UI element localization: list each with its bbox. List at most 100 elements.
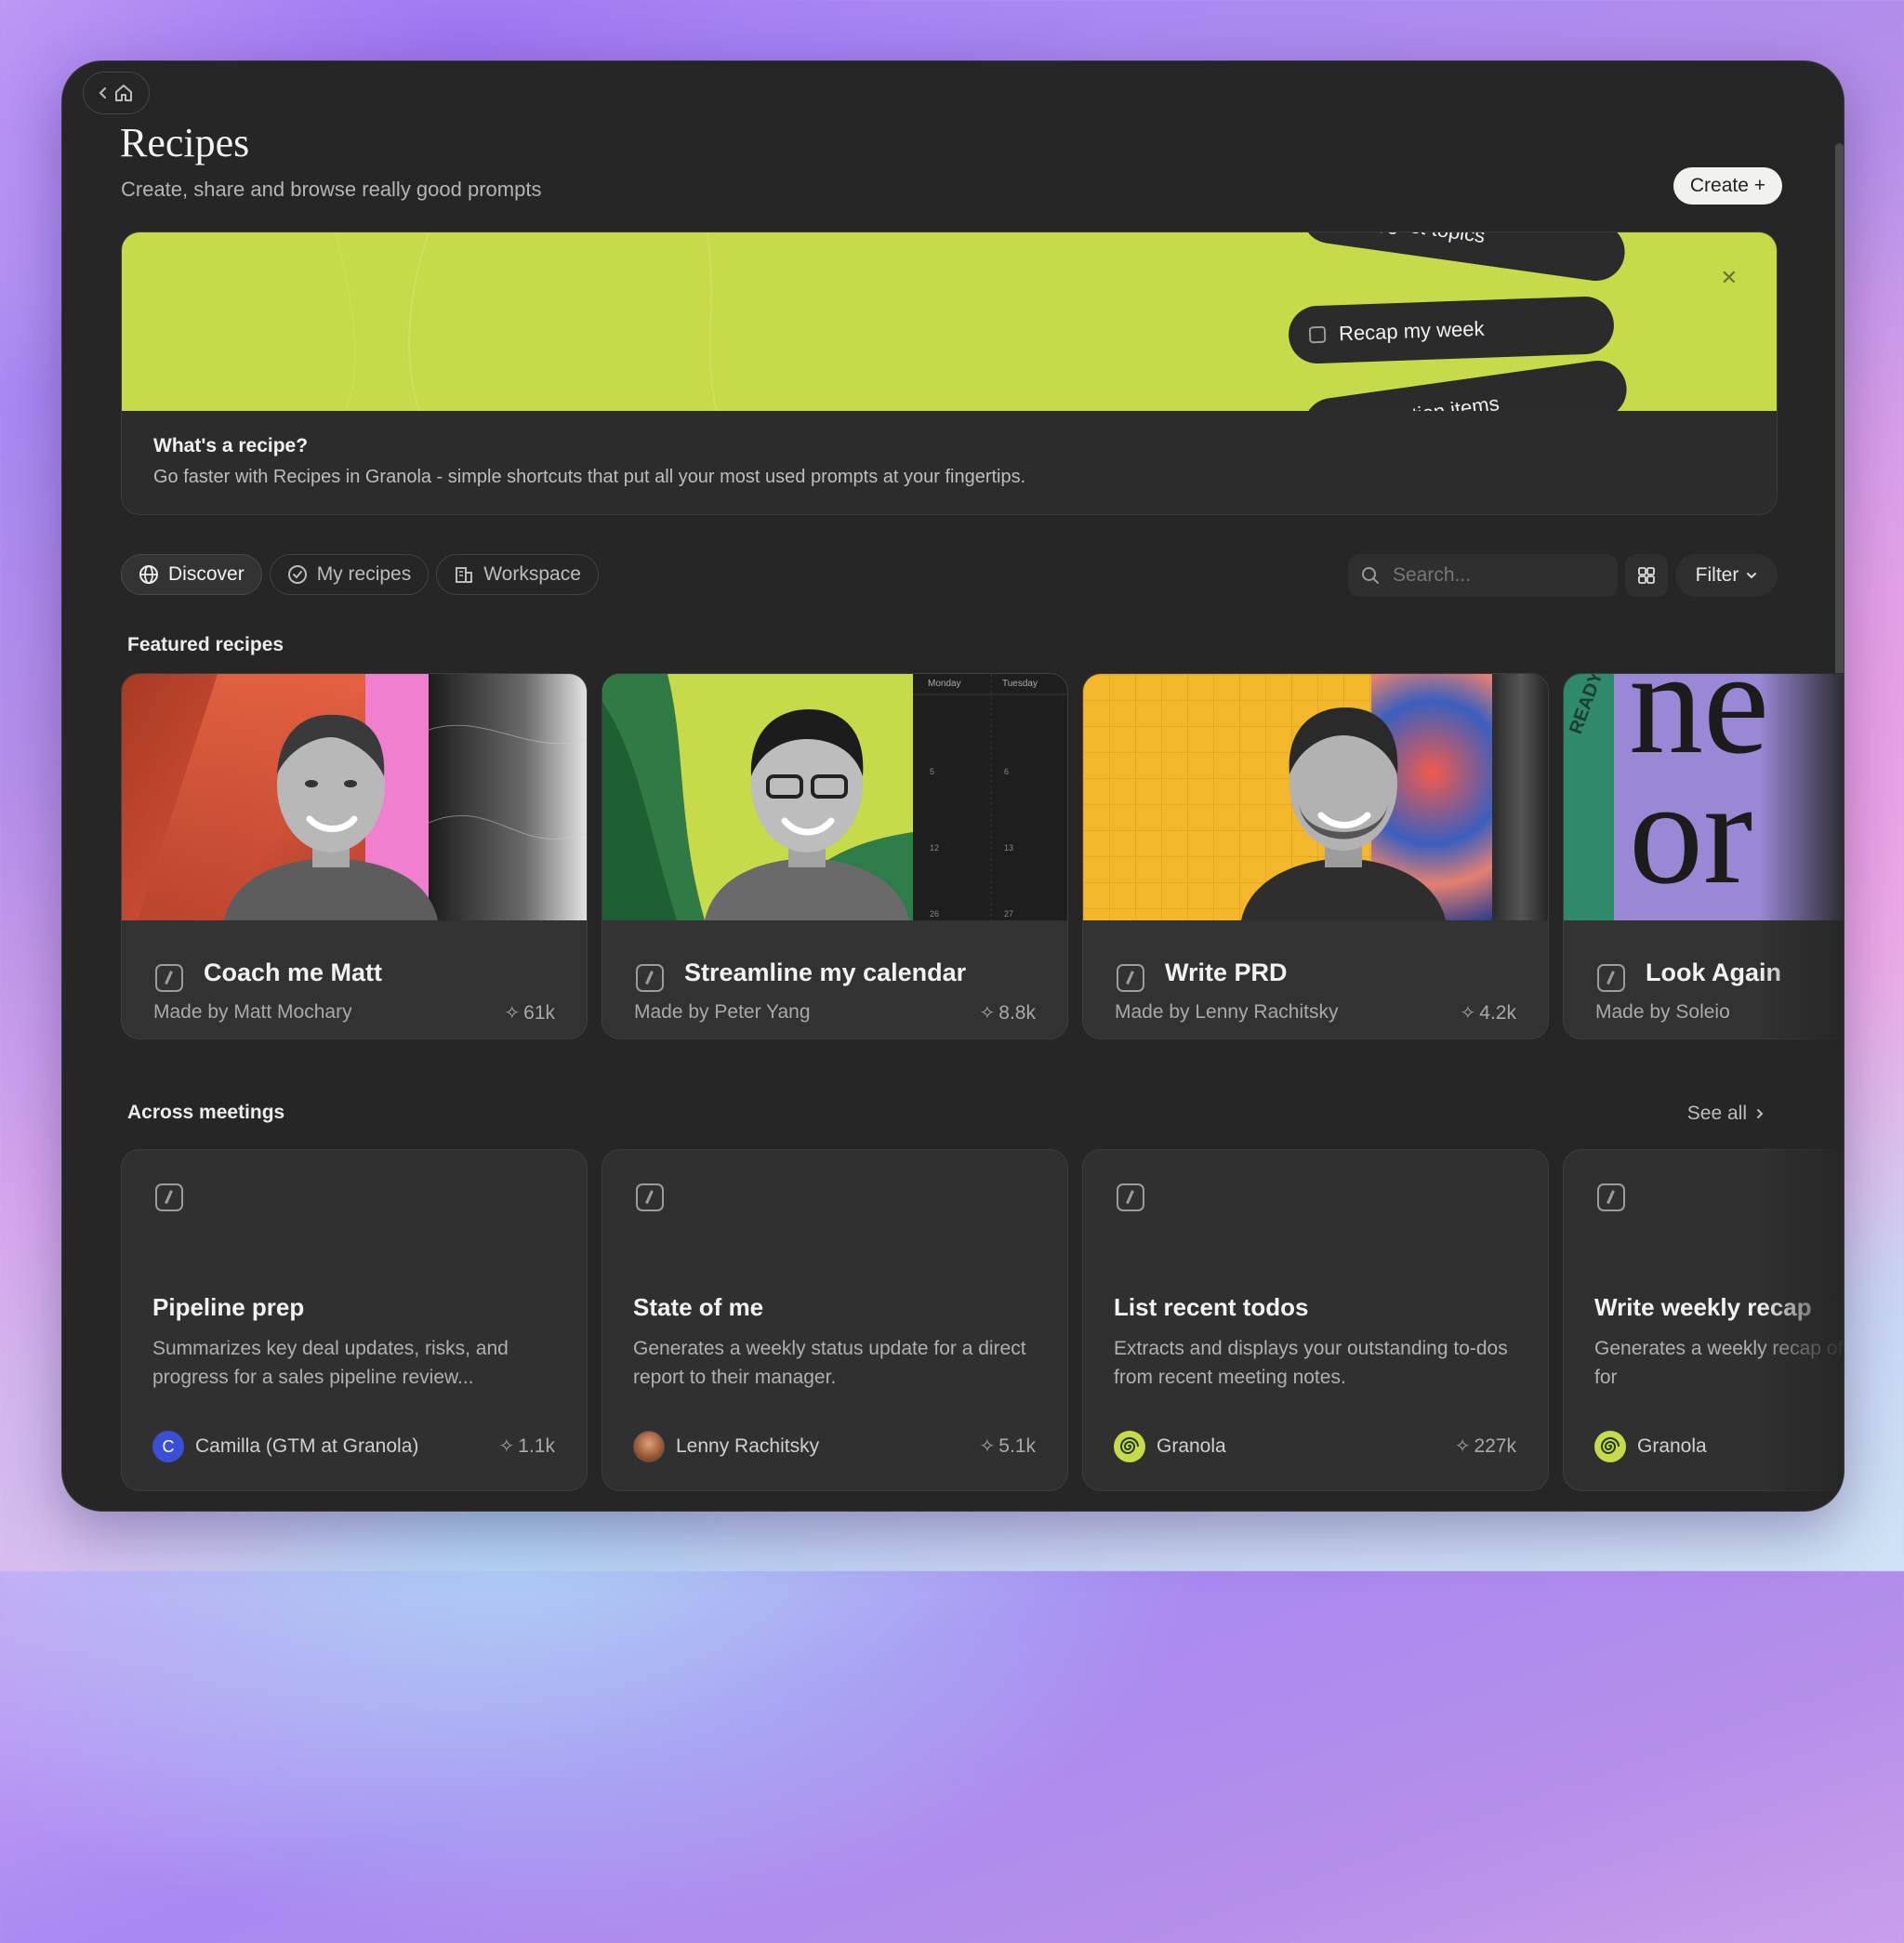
featured-section-title: Featured recipes [127, 634, 284, 655]
usage-count-value: 5.1k [998, 1434, 1036, 1457]
usage-count: ✧ 8.8k [980, 1001, 1036, 1024]
featured-card[interactable]: Coach me Matt Made by Matt Mochary ✧ 61k [121, 673, 588, 1039]
card-author: Granola [1114, 1431, 1226, 1462]
across-section-title: Across meetings [127, 1102, 285, 1123]
author-name: Granola [1637, 1435, 1707, 1457]
banner-text: Go faster with Recipes in Granola - simp… [153, 467, 1026, 487]
slash-icon [1308, 325, 1327, 344]
calendar-grid [913, 674, 1067, 920]
slash-command-icon [1597, 1183, 1625, 1211]
globe-icon [139, 565, 158, 584]
card-author: Lenny Rachitsky [633, 1431, 819, 1462]
calendar-date: 27 [1004, 909, 1014, 919]
chevron-right-icon [1757, 1109, 1764, 1118]
card-title: Streamline my calendar [684, 958, 967, 986]
card-description: Summarizes key deal updates, risks, and … [152, 1338, 509, 1388]
search-input[interactable] [1391, 563, 1599, 588]
slash-command-icon [155, 1183, 183, 1211]
usage-count: ✧ 227k [1455, 1434, 1516, 1458]
sparkle-icon: ✧ [979, 1436, 996, 1457]
card-author: Made by Soleio [1595, 1001, 1730, 1023]
card-title: Write PRD [1165, 958, 1288, 986]
grid-view-button[interactable] [1625, 554, 1668, 597]
featured-recipes-row: Coach me Matt Made by Matt Mochary ✧61k [121, 673, 1844, 1041]
featured-card[interactable]: Write PRD Made by Lenny Rachitsky ✧ 4.2k [1082, 673, 1549, 1039]
filter-button[interactable]: Filter [1675, 554, 1778, 597]
portrait [224, 714, 438, 920]
home-icon [115, 85, 132, 101]
card-author: Made by Matt Mochary [153, 1001, 352, 1023]
card-title: Write weekly recap [1594, 1293, 1812, 1321]
chevron-down-icon [1747, 573, 1757, 579]
slash-command-icon [1597, 964, 1625, 992]
card-author: Made by Lenny Rachitsky [1115, 1001, 1339, 1023]
slash-command-icon [1117, 1183, 1144, 1211]
sparkle-icon: ✧ [504, 1003, 521, 1024]
usage-count-value: 4.2k [1479, 1001, 1516, 1024]
featured-card[interactable]: READY ne or Look Again Made by Soleio [1563, 673, 1844, 1039]
banner-pill-label: List action items [1352, 391, 1501, 411]
calendar-date: 6 [1004, 767, 1010, 776]
calendar-date: 26 [930, 909, 940, 919]
author-name: Lenny Rachitsky [676, 1435, 820, 1457]
sparkle-icon: ✧ [498, 1436, 515, 1457]
author-name: Granola [1157, 1435, 1226, 1457]
card-title: Pipeline prep [152, 1293, 305, 1321]
tab-label: Workspace [483, 563, 581, 585]
usage-count-value: 8.8k [998, 1001, 1036, 1024]
card-author: Granola [1594, 1431, 1707, 1462]
banner-illustration: Suggest topics Recap my week List action… [122, 232, 1777, 411]
usage-count: ✧ 4.2k [1461, 1001, 1516, 1024]
avatar: C [152, 1431, 184, 1462]
tab-label: My recipes [316, 563, 412, 585]
card-title: State of me [633, 1293, 764, 1321]
usage-count-value: 227k [1474, 1434, 1516, 1457]
recipe-info-banner: Suggest topics Recap my week List action… [121, 231, 1778, 515]
sparkle-icon: ✧ [1460, 1003, 1476, 1024]
banner-heading: What's a recipe? [153, 435, 309, 456]
banner-pill-label: Suggest topics [1350, 232, 1487, 248]
back-home-button[interactable] [83, 72, 150, 114]
close-icon[interactable]: ✕ [1721, 266, 1738, 290]
texture-lines [429, 724, 587, 840]
card-title: Coach me Matt [204, 958, 383, 986]
card-image: READY ne or [1564, 674, 1844, 920]
calendar-day: Monday [928, 679, 961, 689]
recipe-card[interactable]: List recent todos Extracts and displays … [1082, 1149, 1549, 1491]
tab-workspace[interactable]: Workspace [436, 554, 599, 595]
check-circle-icon [287, 565, 307, 584]
search-box[interactable] [1348, 554, 1618, 597]
avatar [633, 1431, 665, 1462]
featured-card[interactable]: Monday Tuesday 5 6 12 13 26 27 Streamlin… [602, 673, 1068, 1039]
recipe-card[interactable]: Write weekly recap Generates a weekly re… [1563, 1149, 1844, 1491]
card-image: Monday Tuesday 5 6 12 13 26 27 [602, 674, 1067, 920]
author-name: Camilla (GTM at Granola) [195, 1435, 419, 1457]
recipe-card[interactable]: State of me Generates a weekly status up… [602, 1149, 1068, 1491]
see-all-link[interactable]: See all [1687, 1103, 1764, 1125]
card-description: Generates a weekly status update for a d… [633, 1338, 1026, 1388]
slash-command-icon [155, 964, 183, 992]
see-all-label: See all [1686, 1103, 1747, 1124]
card-image [1083, 674, 1548, 920]
slash-command-icon [636, 964, 664, 992]
sparkle-icon: ✧ [979, 1003, 996, 1024]
tab-my-recipes[interactable]: My recipes [269, 554, 430, 595]
recipe-card[interactable]: Pipeline prep Summarizes key deal update… [121, 1149, 588, 1491]
portrait [705, 709, 909, 920]
page-subtitle: Create, share and browse really good pro… [121, 178, 542, 201]
calendar-day: Tuesday [1002, 679, 1038, 689]
banner-pill-label: Recap my week [1338, 316, 1485, 346]
card-description: Extracts and displays your outstanding t… [1114, 1338, 1508, 1388]
granola-logo-icon [1114, 1431, 1145, 1462]
tab-discover[interactable]: Discover [121, 554, 262, 595]
chevron-left-icon [99, 87, 106, 99]
usage-count: ✧ 1.1k [499, 1434, 555, 1458]
slash-command-icon [636, 1183, 664, 1211]
app-window: Recipes Create, share and browse really … [61, 60, 1844, 1512]
calendar-date: 5 [930, 767, 935, 776]
create-button[interactable]: Create + [1673, 167, 1782, 205]
tab-label: Discover [168, 563, 245, 585]
calendar-graphic: Monday Tuesday 5 6 12 13 26 27 [913, 674, 1067, 920]
card-author: C Camilla (GTM at Granola) [152, 1431, 418, 1462]
card-author: Made by Peter Yang [634, 1001, 811, 1023]
